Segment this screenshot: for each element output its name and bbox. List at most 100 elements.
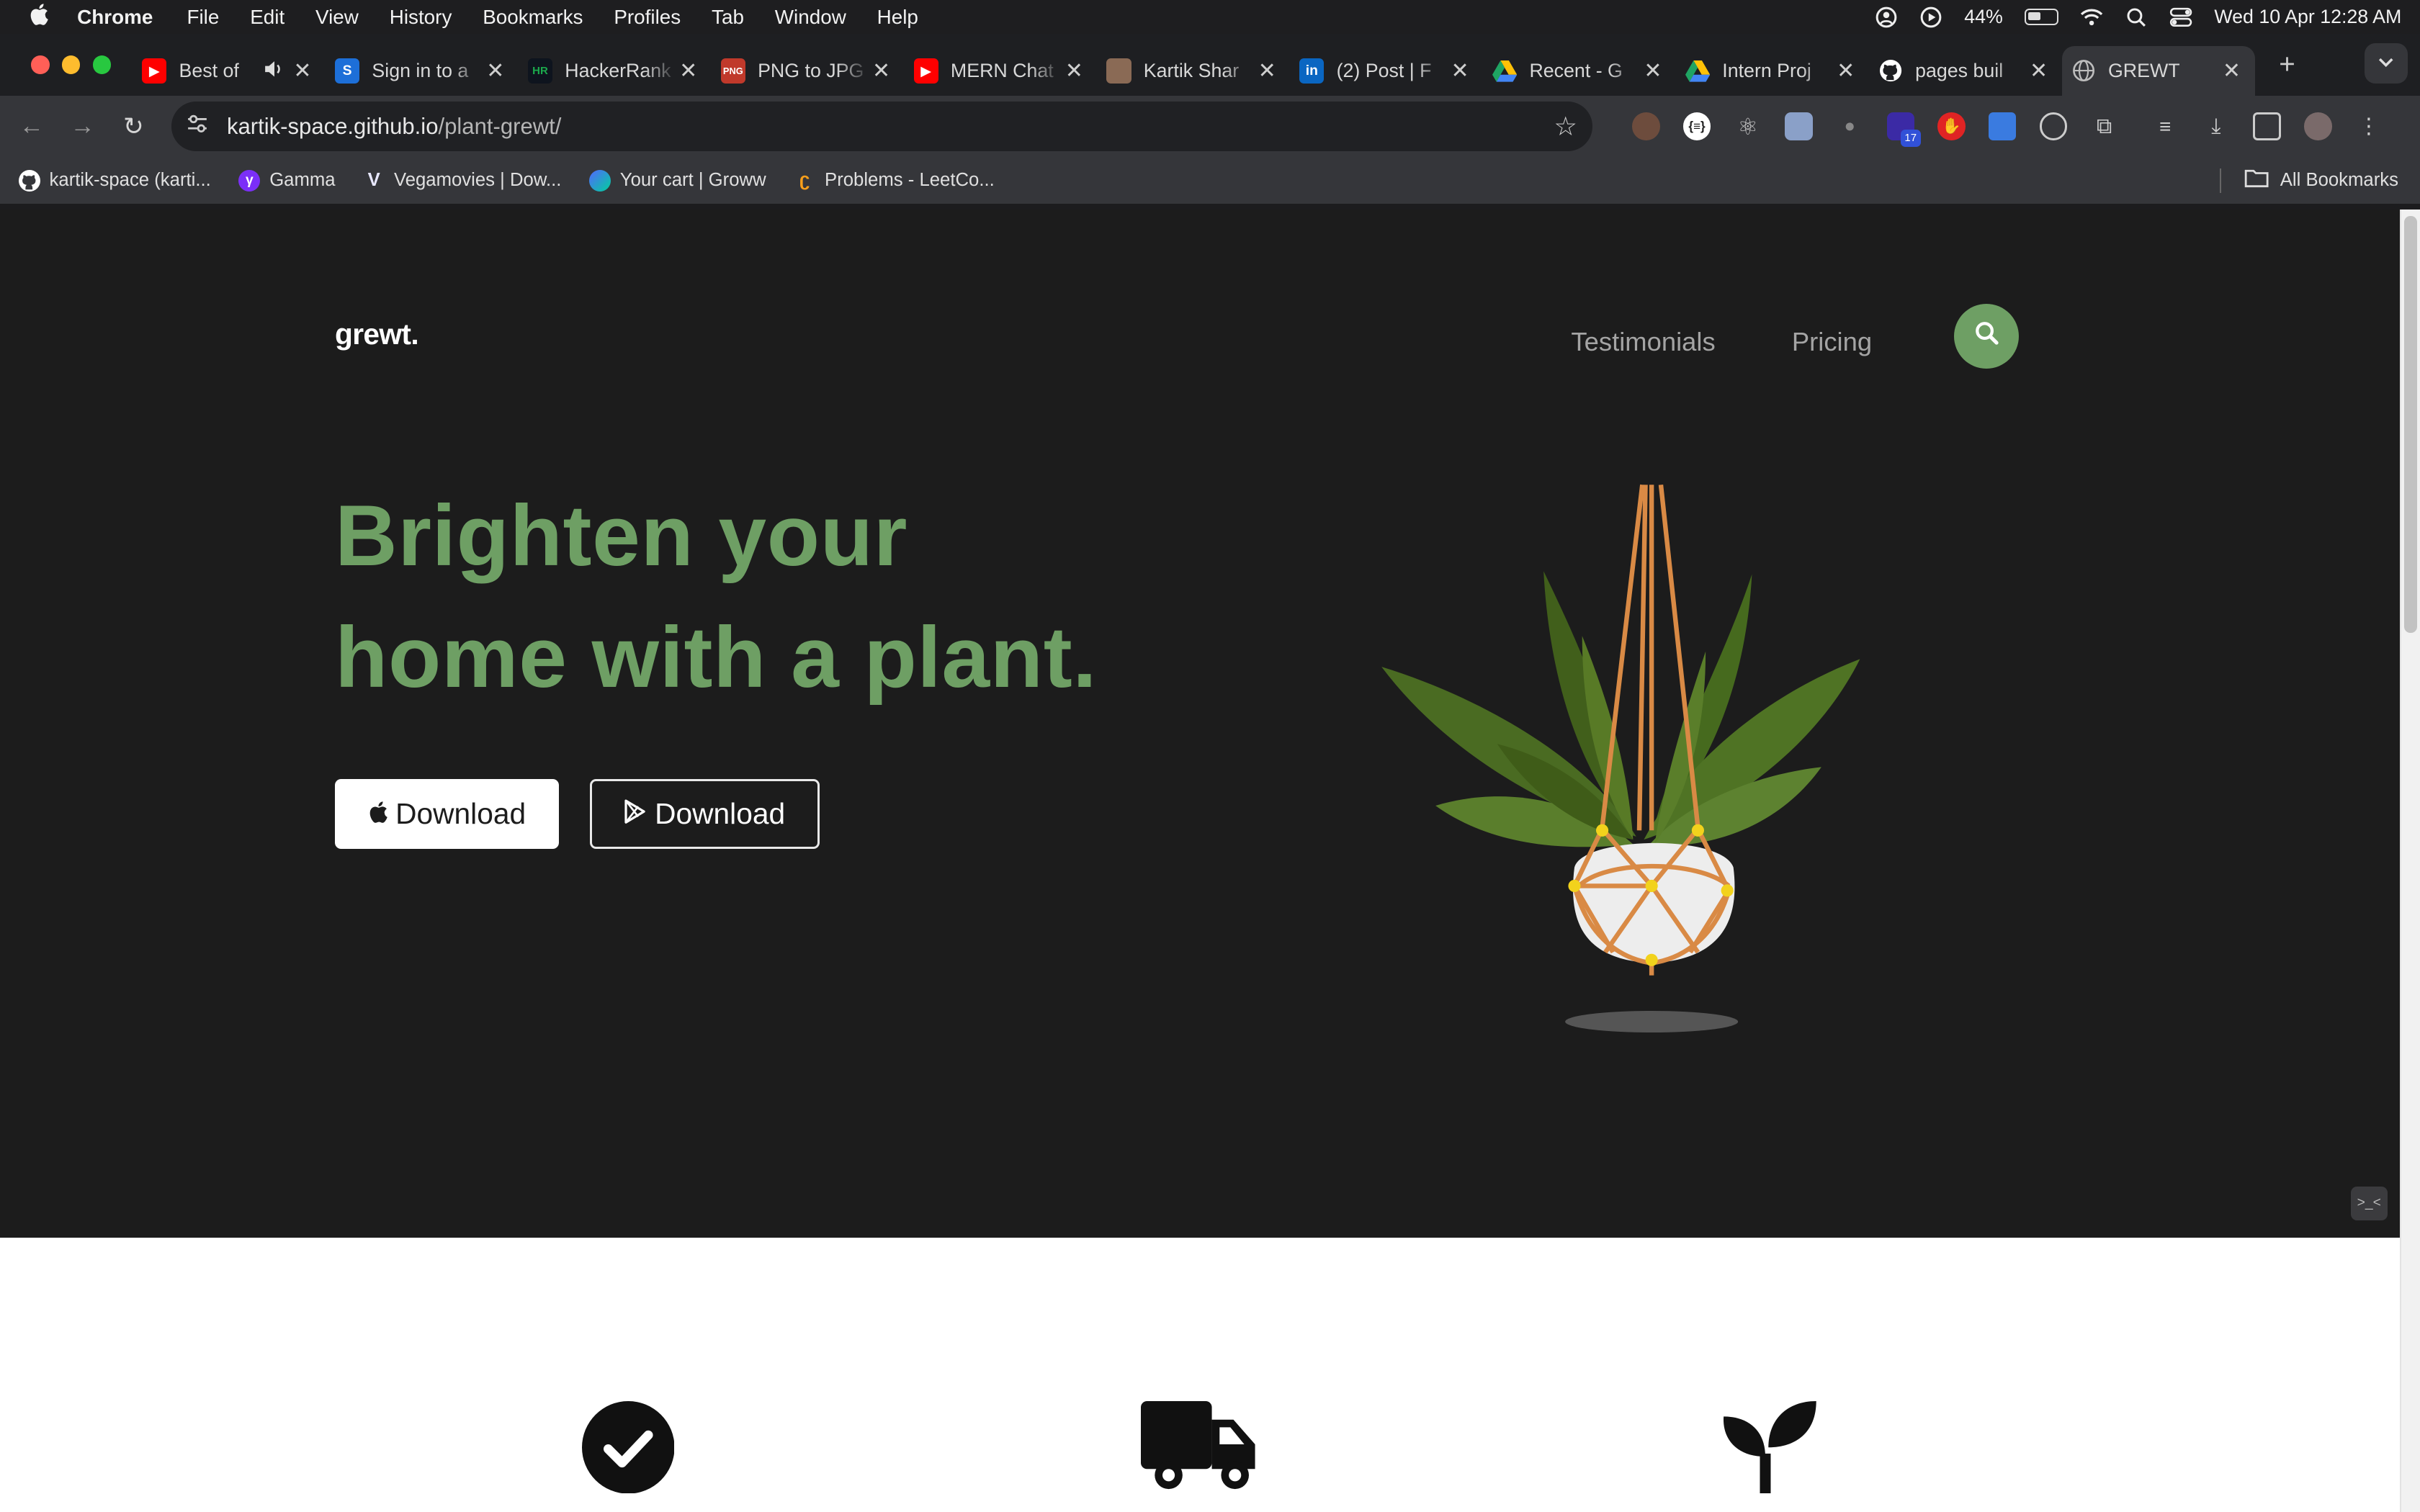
downloads-icon[interactable]: ⤓ bbox=[2202, 112, 2231, 140]
json-extension-icon[interactable]: {≡} bbox=[1682, 112, 1711, 140]
menu-history[interactable]: History bbox=[390, 6, 452, 29]
extensions-area: {≡} ⚛ ● 17 ✋ ⧉ ≡ ⤓ ⋮ bbox=[1621, 96, 2394, 158]
bookmark-star-icon[interactable]: ☆ bbox=[1554, 111, 1577, 142]
browser-menu-icon[interactable]: ⋮ bbox=[2355, 112, 2383, 140]
close-tab-icon[interactable]: ✕ bbox=[1449, 58, 1471, 84]
tab-title: Sign in to a bbox=[372, 60, 469, 82]
avatar-extension-icon[interactable] bbox=[1632, 112, 1660, 140]
apple-menu-icon[interactable] bbox=[0, 3, 77, 32]
profile-avatar[interactable] bbox=[2303, 112, 2332, 140]
bookmark-leetcode[interactable]: ʗ Problems - LeetCo... bbox=[794, 170, 995, 192]
control-center-icon[interactable] bbox=[2169, 6, 2192, 29]
nav-testimonials[interactable]: Testimonials bbox=[1571, 327, 1715, 357]
page-scrollbar[interactable] bbox=[2400, 210, 2420, 1512]
close-tab-icon[interactable]: ✕ bbox=[2028, 58, 2050, 84]
all-bookmarks-button[interactable]: All Bookmarks bbox=[2220, 158, 2398, 204]
target-extension-icon[interactable] bbox=[2039, 112, 2068, 140]
now-playing-icon[interactable] bbox=[1919, 6, 1942, 29]
zoom-window-button[interactable] bbox=[92, 55, 112, 74]
google-drive-icon bbox=[1685, 58, 1711, 83]
play-store-button-label: Download bbox=[655, 796, 786, 830]
tab-strip: ▶ Best of ✕ S Sign in to a ✕ HR HackerRa… bbox=[0, 34, 2420, 96]
bookmark-gamma[interactable]: γ Gamma bbox=[238, 169, 336, 192]
minimize-window-button[interactable] bbox=[61, 55, 81, 74]
menubar-clock[interactable]: Wed 10 Apr 12:28 AM bbox=[2214, 6, 2401, 28]
bookmark-label: kartik-space (karti... bbox=[49, 170, 211, 191]
address-bar[interactable]: kartik-space.github.io/plant-grewt/ ☆ bbox=[171, 102, 1593, 151]
leetcode-icon: ʗ bbox=[799, 170, 810, 191]
search-button[interactable] bbox=[1953, 304, 2019, 369]
site-settings-icon[interactable] bbox=[187, 114, 211, 138]
tab-title: (2) Post | F bbox=[1336, 60, 1432, 82]
tab-mern-chat[interactable]: ▶ MERN Chat ✕ bbox=[905, 46, 1098, 96]
tab-title: Kartik Shar bbox=[1143, 60, 1240, 82]
bookmark-kartik-space[interactable]: kartik-space (karti... bbox=[18, 169, 211, 192]
tab-pages-build[interactable]: pages buil ✕ bbox=[1869, 46, 2062, 96]
tab-intern-project[interactable]: Intern Proj ✕ bbox=[1676, 46, 1869, 96]
puzzle-extensions-icon[interactable]: ⧉ bbox=[2090, 112, 2118, 140]
menu-bookmarks[interactable]: Bookmarks bbox=[483, 6, 583, 29]
speaker-icon[interactable] bbox=[264, 60, 292, 83]
wifi-icon[interactable] bbox=[2080, 6, 2103, 29]
site-logo[interactable]: grewt. bbox=[335, 318, 419, 351]
scrollbar-thumb[interactable] bbox=[2404, 215, 2417, 633]
hero-headline: Brighten your home with a plant. bbox=[335, 475, 1097, 719]
png-jpg-icon: PNG bbox=[720, 58, 745, 84]
devtools-toggle-icon[interactable]: >_< bbox=[2350, 1186, 2388, 1220]
close-tab-icon[interactable]: ✕ bbox=[1063, 58, 1085, 84]
tab-png-to-jpg[interactable]: PNG PNG to JPG ✕ bbox=[712, 46, 905, 96]
check-circle-icon bbox=[581, 1400, 675, 1500]
tab-kartik-sharma[interactable]: Kartik Shar ✕ bbox=[1098, 46, 1291, 96]
tab-linkedin-post[interactable]: in (2) Post | F ✕ bbox=[1290, 46, 1483, 96]
bookmark-label: Vegamovies | Dow... bbox=[393, 170, 562, 191]
nav-pricing[interactable]: Pricing bbox=[1792, 327, 1872, 357]
shield-extension-icon[interactable] bbox=[1785, 112, 1813, 140]
close-tab-icon[interactable]: ✕ bbox=[1835, 58, 1857, 84]
close-tab-icon[interactable]: ✕ bbox=[485, 58, 506, 84]
tab-recent-drive[interactable]: Recent - G ✕ bbox=[1483, 46, 1676, 96]
close-tab-icon[interactable]: ✕ bbox=[292, 58, 313, 84]
bookmark-groww[interactable]: Your cart | Groww bbox=[588, 169, 766, 192]
close-tab-icon[interactable]: ✕ bbox=[1642, 58, 1664, 84]
tab-search-chevron-icon[interactable] bbox=[2364, 42, 2408, 84]
google-play-icon bbox=[624, 797, 647, 831]
back-arrow-icon[interactable]: ← bbox=[6, 112, 58, 140]
close-tab-icon[interactable]: ✕ bbox=[678, 58, 699, 84]
menu-help[interactable]: Help bbox=[877, 6, 918, 29]
menu-file[interactable]: File bbox=[187, 6, 219, 29]
close-tab-icon[interactable]: ✕ bbox=[1256, 58, 1278, 84]
user-account-icon[interactable] bbox=[1875, 6, 1898, 29]
tab-sign-in[interactable]: S Sign in to a ✕ bbox=[326, 46, 519, 96]
docs-extension-icon[interactable] bbox=[1988, 112, 2017, 140]
tab-best-of[interactable]: ▶ Best of ✕ bbox=[133, 46, 326, 96]
forward-arrow-icon[interactable]: → bbox=[57, 112, 108, 140]
play-store-download-button[interactable]: Download bbox=[589, 779, 820, 849]
menu-profiles[interactable]: Profiles bbox=[614, 6, 681, 29]
menu-window[interactable]: Window bbox=[775, 6, 846, 29]
bookmarks-bar: kartik-space (karti... γ Gamma V Vegamov… bbox=[0, 157, 2420, 204]
app-store-download-button[interactable]: Download bbox=[335, 779, 559, 849]
reload-icon[interactable]: ↻ bbox=[108, 112, 159, 141]
bookmark-vegamovies[interactable]: V Vegamovies | Dow... bbox=[363, 170, 562, 192]
close-tab-icon[interactable]: ✕ bbox=[2220, 58, 2242, 84]
stop-extension-icon[interactable]: ✋ bbox=[1937, 112, 1966, 140]
close-window-button[interactable] bbox=[30, 55, 50, 74]
calendar-extension-icon[interactable]: 17 bbox=[1886, 112, 1921, 147]
new-tab-button[interactable]: + bbox=[2264, 49, 2310, 81]
menu-edit[interactable]: Edit bbox=[250, 6, 284, 29]
app-menu-chrome[interactable]: Chrome bbox=[77, 6, 153, 29]
close-tab-icon[interactable]: ✕ bbox=[871, 58, 892, 84]
tab-grewt[interactable]: GREWT ✕ bbox=[2061, 46, 2255, 96]
spotlight-search-icon[interactable] bbox=[2125, 6, 2148, 29]
reading-list-icon[interactable]: ≡ bbox=[2151, 112, 2179, 140]
macos-menu-bar: Chrome File Edit View History Bookmarks … bbox=[0, 0, 2420, 35]
menu-tab[interactable]: Tab bbox=[712, 6, 744, 29]
react-devtools-icon[interactable]: ⚛ bbox=[1734, 112, 1762, 140]
tab-title: GREWT bbox=[2107, 60, 2180, 82]
menu-view[interactable]: View bbox=[315, 6, 359, 29]
pin-extension-icon[interactable]: ● bbox=[1836, 112, 1864, 140]
side-panel-icon[interactable] bbox=[2253, 112, 2281, 140]
tab-hackerrank[interactable]: HR HackerRank ✕ bbox=[519, 46, 712, 96]
battery-icon[interactable] bbox=[2024, 8, 2058, 26]
tab-title: Intern Proj bbox=[1722, 60, 1811, 82]
